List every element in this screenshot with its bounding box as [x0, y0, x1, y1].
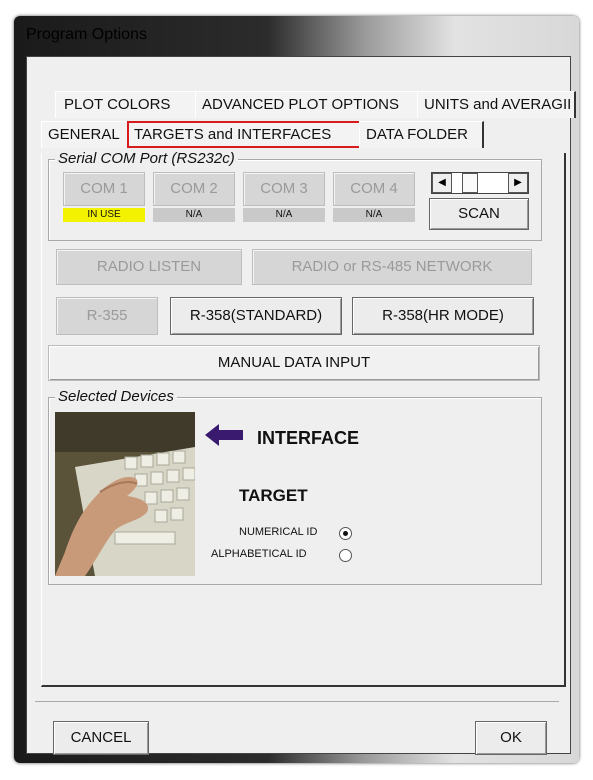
- tab-general[interactable]: GENERAL: [41, 121, 132, 148]
- tab-plot-colors[interactable]: PLOT COLORS: [55, 91, 204, 118]
- scan-button[interactable]: SCAN: [429, 198, 529, 230]
- interface-label: INTERFACE: [257, 428, 360, 448]
- alphabetical-id-radio[interactable]: [339, 549, 352, 562]
- com3-status-badge: N/A: [243, 208, 325, 222]
- r358-hr-mode-button[interactable]: R-358(HR MODE): [352, 297, 534, 335]
- tab-targets-and-interfaces[interactable]: TARGETS and INTERFACES: [127, 121, 362, 148]
- com2-button[interactable]: COM 2: [153, 172, 235, 206]
- manual-data-input-button[interactable]: MANUAL DATA INPUT: [48, 345, 540, 381]
- cancel-button[interactable]: CANCEL: [53, 721, 149, 755]
- serial-com-port-legend: Serial COM Port (RS232c): [55, 150, 238, 167]
- serial-com-port-group: Serial COM Port (RS232c) COM 1 IN USE CO…: [48, 150, 542, 241]
- scroll-left-icon[interactable]: ◀: [432, 173, 452, 193]
- com1-button[interactable]: COM 1: [63, 172, 145, 206]
- r355-button[interactable]: R-355: [56, 297, 158, 335]
- com1-status-badge: IN USE: [63, 208, 145, 222]
- selected-devices-group: Selected Devices INTERFACE TARGET NUMERI…: [48, 388, 542, 585]
- target-label: TARGET: [239, 486, 308, 505]
- com2-status-badge: N/A: [153, 208, 235, 222]
- com4-status-badge: N/A: [333, 208, 415, 222]
- radio-rs485-network-button[interactable]: RADIO or RS-485 NETWORK: [252, 249, 532, 285]
- radio-listen-button[interactable]: RADIO LISTEN: [56, 249, 242, 285]
- title-bar[interactable]: Program Options: [14, 16, 579, 52]
- radio-selected-dot: [343, 531, 348, 536]
- scroll-right-icon[interactable]: ▶: [508, 173, 528, 193]
- footer-divider: [35, 701, 559, 702]
- selected-devices-legend: Selected Devices: [55, 388, 177, 405]
- tab-data-folder[interactable]: DATA FOLDER: [359, 121, 484, 148]
- keyboard-hand-image: [55, 412, 195, 576]
- arrow-left-icon: [205, 424, 243, 446]
- dialog-client-area: PLOT COLORS ADVANCED PLOT OPTIONS UNITS …: [26, 56, 576, 755]
- tab-units-averaging[interactable]: UNITS and AVERAGII: [417, 91, 576, 118]
- program-options-window: Program Options PLOT COLORS ADVANCED PLO…: [14, 16, 579, 763]
- tab-panel-targets-and-interfaces: Serial COM Port (RS232c) COM 1 IN USE CO…: [41, 150, 566, 687]
- tab-advanced-plot-options[interactable]: ADVANCED PLOT OPTIONS: [195, 91, 422, 118]
- numerical-id-label: NUMERICAL ID: [239, 526, 318, 538]
- ok-button[interactable]: OK: [475, 721, 547, 755]
- window-title: Program Options: [26, 26, 147, 43]
- numerical-id-radio[interactable]: [339, 527, 352, 540]
- scroll-thumb[interactable]: [462, 173, 478, 193]
- com3-button[interactable]: COM 3: [243, 172, 325, 206]
- com-port-scrollbar[interactable]: ◀ ▶: [431, 172, 529, 194]
- com4-button[interactable]: COM 4: [333, 172, 415, 206]
- alphabetical-id-label: ALPHABETICAL ID: [211, 548, 307, 560]
- r358-standard-button[interactable]: R-358(STANDARD): [170, 297, 342, 335]
